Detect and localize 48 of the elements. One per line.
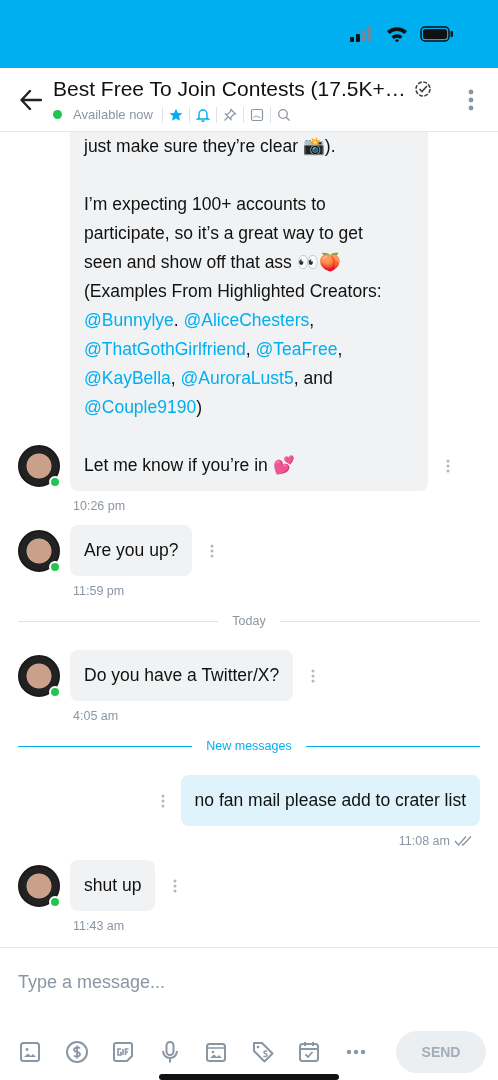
message-text: I’m expecting 100+ accounts to participate, so it’s a great way to get seen and show off that ass 👀🍑 (Examples From Highlighted Creators: @Bunnylye. @AliceChesters, @ThatGothGirlfriend, @TeaFree, @KayBella, @AuroraLust5, and @Couple9190) <box>84 193 383 419</box>
battery-icon <box>420 26 454 42</box>
mention-link[interactable]: @Couple9190 <box>84 397 197 417</box>
mention-link[interactable]: @AliceChesters <box>183 310 310 330</box>
message-text: no fan mail please add to crater list <box>194 789 466 812</box>
date-divider-label: New messages <box>206 739 292 753</box>
mention-link[interactable]: @ThatGothGirlfriend <box>84 339 246 359</box>
message-options-icon[interactable] <box>311 669 316 683</box>
message-text: just make sure they’re clear 📸). <box>84 135 337 158</box>
mention-link[interactable]: @KayBella <box>84 368 171 388</box>
dollar-icon[interactable] <box>64 1040 89 1064</box>
image-icon[interactable] <box>250 107 264 122</box>
message-options-icon[interactable] <box>446 459 450 473</box>
pin-icon[interactable] <box>223 107 237 122</box>
tag-icon[interactable] <box>250 1040 275 1064</box>
message-time: 10:26 pm <box>73 499 126 513</box>
avatar[interactable] <box>18 655 60 697</box>
star-icon[interactable] <box>169 107 183 122</box>
message-options-icon[interactable] <box>160 794 165 808</box>
message-time: 11:43 am <box>73 919 125 933</box>
back-button[interactable] <box>20 89 42 110</box>
search-icon[interactable] <box>277 107 291 122</box>
bell-icon[interactable] <box>196 107 210 122</box>
availability-status: Available now <box>73 107 153 122</box>
mention-link[interactable]: @Bunnylye <box>84 310 174 330</box>
message-text: Are you up? <box>84 539 179 562</box>
message-time: 4:05 am <box>73 709 119 723</box>
avatar[interactable] <box>18 530 60 572</box>
message-text: Do you have a Twitter/X? <box>84 664 280 687</box>
mention-link[interactable]: @AuroraLust5 <box>180 368 294 388</box>
date-divider-label: Today <box>232 614 266 628</box>
wifi-icon <box>386 26 408 42</box>
calendar-icon[interactable] <box>297 1040 321 1064</box>
message-time: 11:59 pm <box>73 584 125 598</box>
avatar[interactable] <box>18 445 60 487</box>
signal-icon <box>350 26 374 42</box>
message-text: Let me know if you’re in 💕 <box>84 454 296 477</box>
vault-icon[interactable] <box>204 1040 228 1064</box>
chat-title: Best Free To Join Contests (17.5K+… <box>53 76 406 101</box>
message-options-icon[interactable] <box>210 544 215 558</box>
message-text: shut up <box>84 874 142 897</box>
image-icon[interactable] <box>18 1040 42 1064</box>
mention-link[interactable]: @TeaFree <box>255 339 338 359</box>
more-options-icon[interactable] <box>468 88 474 111</box>
message-time: 11:08 am <box>398 834 450 848</box>
message-options-icon[interactable] <box>173 879 178 893</box>
gif-icon[interactable] <box>111 1040 135 1064</box>
avatar[interactable] <box>18 865 60 907</box>
